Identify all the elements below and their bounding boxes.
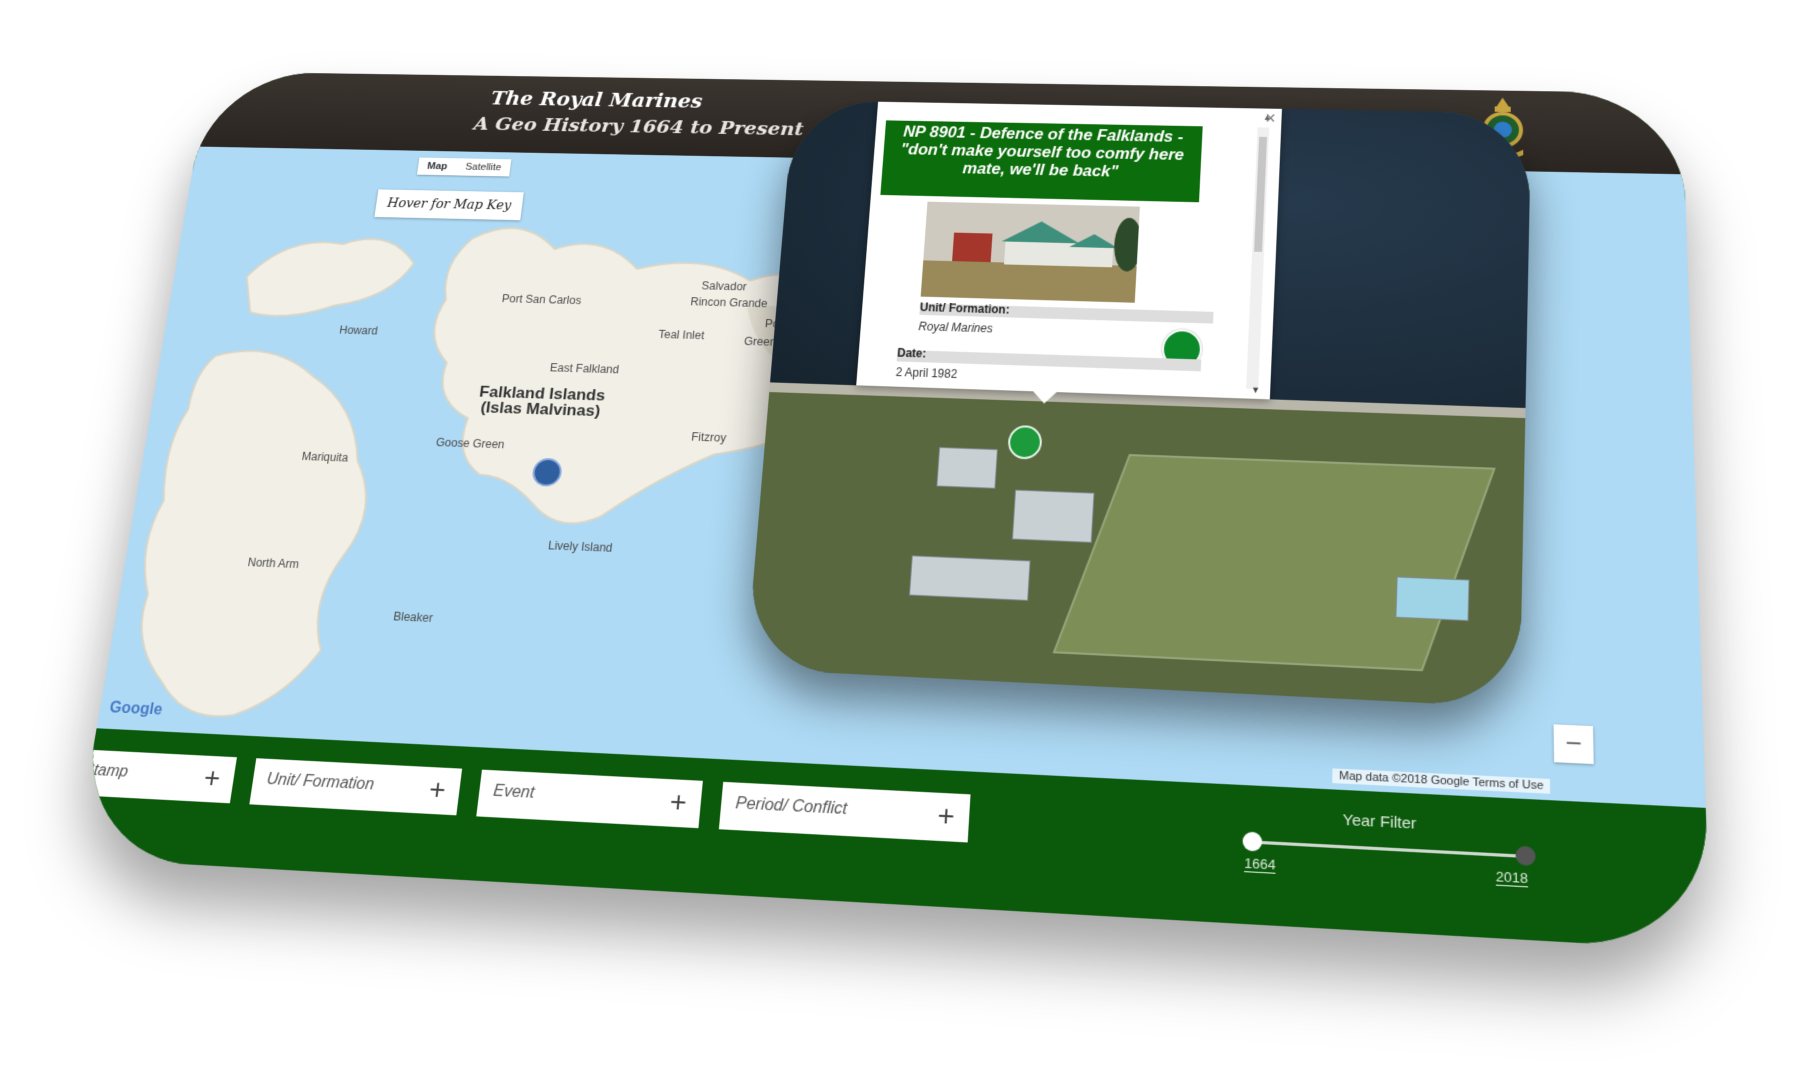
unit-formation-filter-label: Unit/ Formation bbox=[265, 770, 376, 794]
map-attribution[interactable]: Map data ©2018 Google Terms of Use bbox=[1332, 768, 1551, 794]
place-rincon-grande: Rincon Grande bbox=[689, 295, 769, 310]
unit-formation-label: Unit/ Formation: bbox=[919, 300, 1010, 317]
event-filter-label: Event bbox=[492, 782, 536, 802]
zoom-out-button[interactable]: − bbox=[1553, 724, 1594, 765]
year-filter-max: 2018 bbox=[1495, 868, 1528, 888]
unit-formation-value: Royal Marines bbox=[918, 319, 994, 336]
stamp-filter[interactable]: Stamp + bbox=[74, 748, 237, 804]
app-title: The Royal Marines bbox=[489, 87, 704, 113]
satellite-building bbox=[1395, 576, 1470, 622]
unit-formation-add-icon[interactable]: + bbox=[427, 773, 447, 806]
event-filter[interactable]: Event + bbox=[476, 769, 703, 829]
stamp-add-icon[interactable]: + bbox=[202, 762, 223, 795]
map-type-control[interactable]: Map Satellite bbox=[416, 157, 512, 177]
stamp-filter-label: Stamp bbox=[82, 761, 130, 781]
popup-title: NP 8901 - Defence of the Falklands - "do… bbox=[880, 120, 1203, 203]
close-icon[interactable]: × bbox=[1265, 109, 1276, 129]
place-east-falkland: East Falkland bbox=[549, 361, 620, 377]
date-label: Date: bbox=[896, 345, 927, 361]
year-filter-title: Year Filter bbox=[1342, 811, 1417, 833]
satellite-field bbox=[1052, 454, 1496, 672]
event-add-icon[interactable]: + bbox=[668, 785, 688, 819]
popup-pointer bbox=[1030, 389, 1059, 404]
date-value: 2 April 1982 bbox=[895, 365, 958, 381]
satellite-building bbox=[908, 555, 1031, 601]
place-goose-green: Goose Green bbox=[435, 435, 506, 452]
period-conflict-filter[interactable]: Period/ Conflict + bbox=[718, 781, 971, 843]
map-type-satellite-button[interactable]: Satellite bbox=[455, 158, 511, 176]
place-lively-island: Lively Island bbox=[547, 538, 614, 555]
year-slider-max-handle[interactable] bbox=[1515, 845, 1536, 867]
year-slider-min-handle[interactable] bbox=[1242, 831, 1263, 852]
satellite-building bbox=[936, 446, 998, 489]
place-mariquita: Mariquita bbox=[300, 449, 350, 465]
place-salvador: Salvador bbox=[700, 279, 748, 294]
year-slider-track[interactable] bbox=[1251, 840, 1525, 858]
place-north-arm: North Arm bbox=[246, 555, 300, 571]
map-type-map-button[interactable]: Map bbox=[417, 158, 458, 176]
place-fitzroy: Fitzroy bbox=[690, 430, 727, 445]
satellite-zoom-card: NP 8901 - Defence of the Falklands - "do… bbox=[745, 100, 1532, 708]
place-bleaker: Bleaker bbox=[392, 609, 434, 625]
government-house-photo bbox=[920, 201, 1140, 303]
north-west-land bbox=[218, 207, 439, 344]
year-filter-min: 1664 bbox=[1244, 855, 1276, 874]
place-falkland-islands: Falkland Islands (Islas Malvinas) bbox=[478, 382, 607, 420]
period-conflict-filter-label: Period/ Conflict bbox=[734, 794, 848, 819]
satellite-building bbox=[1011, 489, 1095, 543]
google-logo: Google bbox=[108, 699, 164, 719]
place-howard: Howard bbox=[338, 323, 379, 338]
unit-formation-filter[interactable]: Unit/ Formation + bbox=[249, 758, 463, 816]
period-conflict-add-icon[interactable]: + bbox=[936, 799, 955, 833]
info-popup: NP 8901 - Defence of the Falklands - "do… bbox=[856, 101, 1282, 404]
scroll-down-icon[interactable]: ▼ bbox=[1251, 385, 1260, 395]
place-port-san-carlos: Port San Carlos bbox=[501, 292, 582, 307]
place-teal-inlet: Teal Inlet bbox=[657, 327, 705, 342]
app-subtitle: A Geo History 1664 to Present bbox=[472, 112, 805, 140]
year-filter: Year Filter 1664 2018 bbox=[1233, 806, 1563, 909]
